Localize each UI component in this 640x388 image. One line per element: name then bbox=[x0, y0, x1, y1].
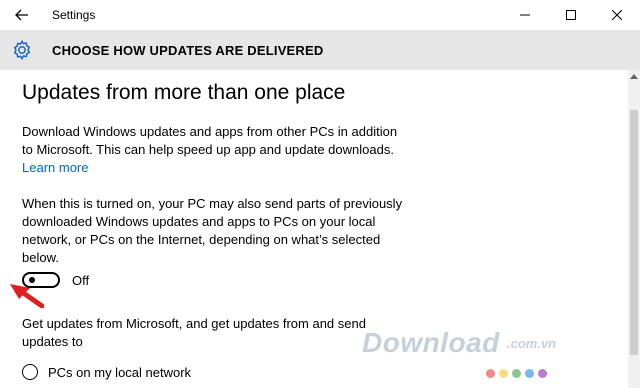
close-icon bbox=[612, 10, 622, 20]
learn-more-link[interactable]: Learn more bbox=[22, 159, 422, 177]
annotation-arrow-icon bbox=[10, 284, 44, 308]
gear-icon-wrap bbox=[0, 39, 44, 61]
description-line: Download Windows updates and apps from o… bbox=[22, 124, 398, 139]
info-line: below. bbox=[22, 250, 59, 265]
description-paragraph: Download Windows updates and apps from o… bbox=[22, 123, 422, 177]
watermark-logo: Download bbox=[362, 327, 500, 358]
watermark-dot bbox=[525, 369, 534, 378]
info-paragraph: When this is turned on, your PC may also… bbox=[22, 195, 422, 267]
minimize-icon bbox=[520, 14, 530, 16]
watermark-dot bbox=[538, 369, 547, 378]
close-button[interactable] bbox=[594, 0, 640, 30]
info-line: When this is turned on, your PC may also… bbox=[22, 196, 403, 211]
watermark-dot bbox=[512, 369, 521, 378]
vertical-scrollbar[interactable] bbox=[628, 70, 640, 388]
page-header: CHOOSE HOW UPDATES ARE DELIVERED bbox=[0, 30, 640, 70]
gear-icon bbox=[13, 39, 31, 61]
watermark-suffix: .com.vn bbox=[507, 336, 557, 351]
window-controls bbox=[502, 0, 640, 30]
info-line: downloaded Windows updates and apps to P… bbox=[22, 214, 376, 229]
minimize-button[interactable] bbox=[502, 0, 548, 30]
local-network-radio[interactable] bbox=[22, 364, 38, 380]
maximize-button[interactable] bbox=[548, 0, 594, 30]
watermark-dot bbox=[486, 369, 495, 378]
description-line: to Microsoft. This can help speed up app… bbox=[22, 142, 394, 157]
page-title: CHOOSE HOW UPDATES ARE DELIVERED bbox=[52, 42, 324, 58]
back-arrow-icon bbox=[15, 9, 28, 21]
info-line: network, or PCs on the Internet, dependi… bbox=[22, 232, 381, 247]
chevron-up-icon bbox=[630, 74, 638, 79]
scroll-thumb[interactable] bbox=[630, 110, 638, 355]
title-bar: Settings bbox=[0, 0, 640, 30]
app-title: Settings bbox=[52, 8, 96, 22]
watermark-dot bbox=[499, 369, 508, 378]
scroll-up-button[interactable] bbox=[628, 70, 640, 82]
section-heading: Updates from more than one place bbox=[22, 81, 346, 104]
watermark-dots bbox=[486, 369, 547, 378]
toggle-state-label: Off bbox=[72, 273, 90, 288]
maximize-icon bbox=[566, 10, 576, 20]
local-network-radio-label[interactable]: PCs on my local network bbox=[48, 365, 191, 380]
back-button[interactable] bbox=[0, 0, 44, 30]
